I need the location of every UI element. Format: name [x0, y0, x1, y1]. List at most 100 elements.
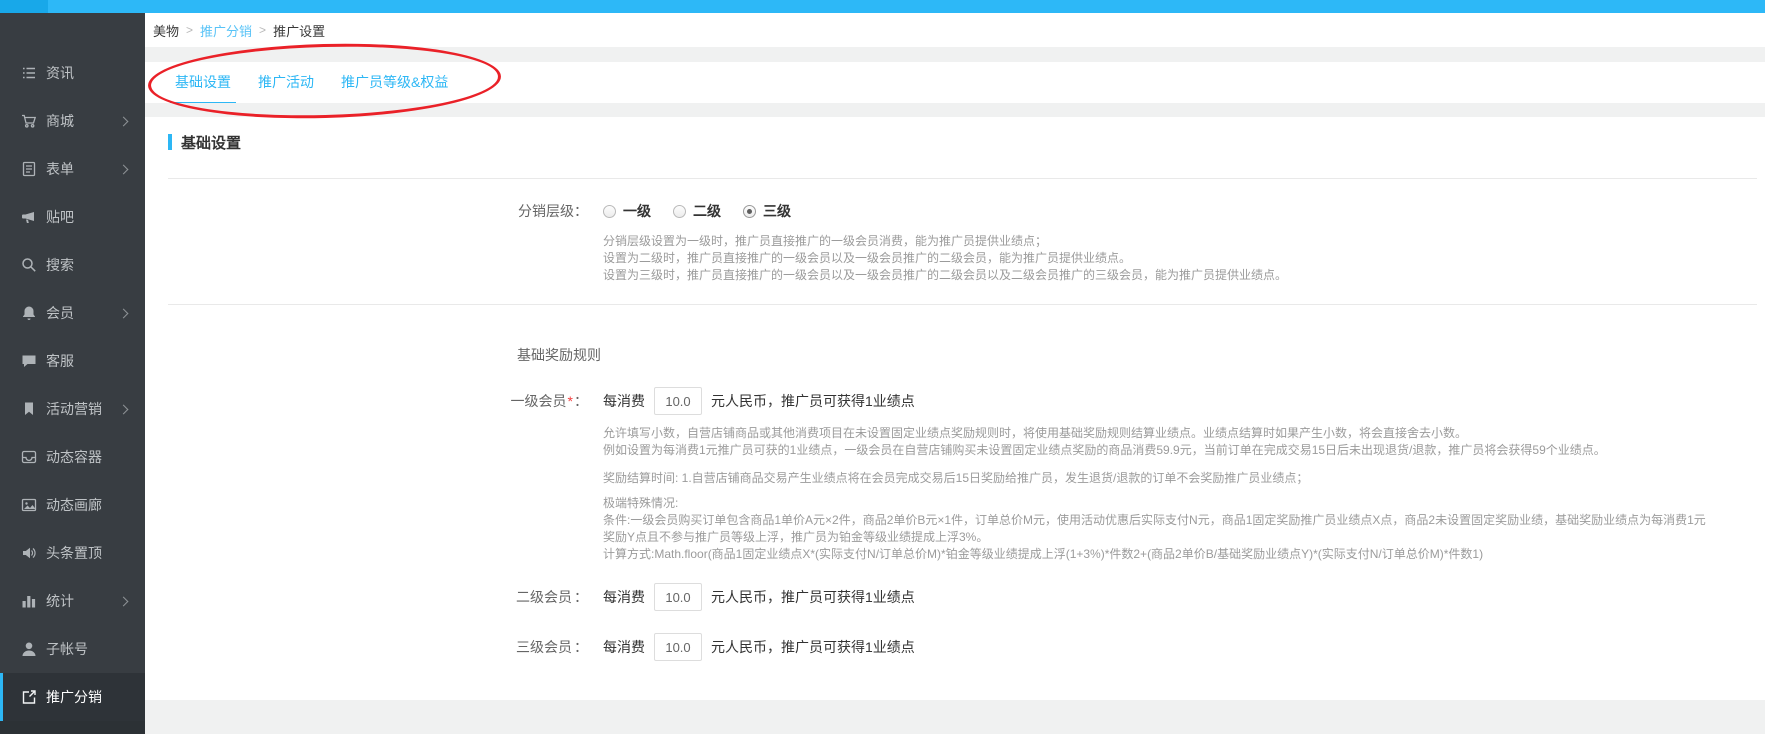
- chat-icon: [21, 353, 37, 369]
- level1-amount-input[interactable]: [654, 387, 702, 415]
- sidebar-item-search[interactable]: 搜索: [0, 241, 145, 289]
- chevron-right-icon: [119, 404, 129, 414]
- gallery-icon: [21, 497, 37, 513]
- help-line: 设置为二级时，推广员直接推广的一级会员以及一级会员推广的二级会员，能为推广员提供…: [603, 250, 1765, 267]
- divider: [168, 178, 1757, 179]
- level2-amount-input[interactable]: [654, 583, 702, 611]
- radio-level-2[interactable]: 二级: [673, 201, 721, 221]
- share-icon: [21, 689, 37, 705]
- field-label: 二级会员：: [168, 587, 588, 607]
- breadcrumb-root[interactable]: 美物: [153, 21, 179, 40]
- sidebar-item-label: 表单: [46, 159, 120, 179]
- sidebar-item-label: 动态容器: [46, 447, 131, 467]
- page-gap: [145, 700, 1765, 734]
- sidebar-item-label: 动态画廊: [46, 495, 131, 515]
- radio-label: 二级: [693, 201, 721, 221]
- stats-icon: [21, 593, 37, 609]
- bookmark-icon: [21, 401, 37, 417]
- chevron-right-icon: [119, 116, 129, 126]
- help-line: 条件:一级会员购买订单包含商品1单价A元×2件，商品2单价B元×1件，订单总价M…: [603, 512, 1765, 529]
- radio-label: 一级: [623, 201, 651, 221]
- radio-circle: [603, 205, 616, 218]
- radio-level-3[interactable]: 三级: [743, 201, 791, 221]
- help-line: 允许填写小数，自营店铺商品或其他消费项目在未设置固定业绩点奖励规则时，将使用基础…: [603, 425, 1765, 442]
- consume-prefix: 每消费: [603, 587, 645, 607]
- field-label: 一级会员*：: [168, 391, 588, 411]
- edge-case-note: 极端特殊情况: 条件:一级会员购买订单包含商品1单价A元×2件，商品2单价B元×…: [603, 495, 1765, 563]
- page-gap: [145, 47, 1765, 62]
- sidebar-item-label: 商城: [46, 111, 120, 131]
- consume-suffix: 元人民币，推广员可获得1业绩点: [711, 391, 915, 411]
- sidebar-item-label: 客服: [46, 351, 131, 371]
- form-icon: [21, 161, 37, 177]
- sidebar-item-label: 统计: [46, 591, 120, 611]
- sidebar-item-forms[interactable]: 表单: [0, 145, 145, 193]
- field-label: 分销层级：: [168, 201, 588, 221]
- breadcrumb-link-promotion[interactable]: 推广分销: [200, 21, 252, 40]
- help-line: 分销层级设置为一级时，推广员直接推广的一级会员消费，能为推广员提供业绩点；: [603, 233, 1765, 250]
- consume-prefix: 每消费: [603, 391, 645, 411]
- tab-promotion-activities[interactable]: 推广活动: [253, 72, 319, 104]
- sidebar-item-headline-top[interactable]: 头条置顶: [0, 529, 145, 577]
- sidebar-item-activity-marketing[interactable]: 活动营销: [0, 385, 145, 433]
- breadcrumb-current: 推广设置: [273, 21, 325, 40]
- sidebar-item-label: 贴吧: [46, 207, 131, 227]
- reward-help-text: 允许填写小数，自营店铺商品或其他消费项目在未设置固定业绩点奖励规则时，将使用基础…: [603, 425, 1765, 459]
- sidebar-item-statistics[interactable]: 统计: [0, 577, 145, 625]
- sidebar-item-tieba[interactable]: 贴吧: [0, 193, 145, 241]
- sidebar-item-news[interactable]: 资讯: [0, 49, 145, 97]
- sidebar-item-service[interactable]: 客服: [0, 337, 145, 385]
- tab-bar: 基础设置 推广活动 推广员等级&权益: [145, 62, 1765, 103]
- radio-circle: [673, 205, 686, 218]
- help-line: 例如设置为每消费1元推广员可获的1业绩点，一级会员在自营店铺购买未设置固定业绩点…: [603, 442, 1765, 459]
- list-icon: [21, 65, 37, 81]
- tab-label: 推广员等级&权益: [341, 74, 448, 90]
- tab-promoter-levels[interactable]: 推广员等级&权益: [336, 72, 453, 104]
- breadcrumb-separator: >: [186, 23, 193, 37]
- consume-suffix: 元人民币，推广员可获得1业绩点: [711, 637, 915, 657]
- help-line: 极端特殊情况:: [603, 495, 1765, 512]
- sidebar-item-label: 推广分销: [46, 687, 131, 707]
- settlement-note: 奖励结算时间: 1.自营店铺商品交易产生业绩点将在会员完成交易后15日奖励给推广…: [603, 470, 1765, 487]
- sidebar-item-dynamic-gallery[interactable]: 动态画廊: [0, 481, 145, 529]
- sidebar-item-promotion-distribution[interactable]: 推广分销: [0, 673, 145, 721]
- radio-circle: [743, 205, 756, 218]
- sidebar-item-members[interactable]: 会员: [0, 289, 145, 337]
- consume-prefix: 每消费: [603, 637, 645, 657]
- top-bar: [0, 0, 1765, 13]
- sidebar-item-label: 头条置顶: [46, 543, 131, 563]
- tab-label: 推广活动: [258, 74, 314, 90]
- sidebar-item-label: 活动营销: [46, 399, 120, 419]
- sidebar-item-label: 资讯: [46, 63, 131, 83]
- level2-member-row: 二级会员： 每消费 元人民币，推广员可获得1业绩点: [168, 583, 1765, 611]
- level3-amount-input[interactable]: [654, 633, 702, 661]
- chevron-right-icon: [119, 308, 129, 318]
- level-radio-group: 一级 二级 三级: [603, 201, 813, 221]
- bell-icon: [21, 305, 37, 321]
- help-line: 奖励结算时间: 1.自营店铺商品交易产生业绩点将在会员完成交易后15日奖励给推广…: [603, 470, 1765, 487]
- tab-basic-settings[interactable]: 基础设置: [170, 72, 236, 104]
- page-gap: [145, 103, 1765, 117]
- breadcrumb-separator: >: [259, 23, 266, 37]
- help-line: 奖励Y点且不参与推广员等级上浮，推广员为铂金等级业绩提成上浮3%。: [603, 529, 1765, 546]
- sidebar-item-dynamic-container[interactable]: 动态容器: [0, 433, 145, 481]
- reward-rules-title: 基础奖励规则: [517, 345, 1765, 365]
- sidebar-footer: [0, 721, 145, 734]
- help-line: 设置为三级时，推广员直接推广的一级会员以及一级会员推广的二级会员以及二级会员推广…: [603, 267, 1765, 284]
- top-bar-left-segment: [0, 0, 48, 13]
- chevron-right-icon: [119, 596, 129, 606]
- chevron-right-icon: [119, 164, 129, 174]
- radio-level-1[interactable]: 一级: [603, 201, 651, 221]
- search-icon: [21, 257, 37, 273]
- tab-label: 基础设置: [175, 74, 231, 90]
- user-icon: [21, 641, 37, 657]
- consume-suffix: 元人民币，推广员可获得1业绩点: [711, 587, 915, 607]
- sidebar-item-subaccount[interactable]: 子帐号: [0, 625, 145, 673]
- sidebar-item-mall[interactable]: 商城: [0, 97, 145, 145]
- section-title: 基础设置: [181, 132, 241, 153]
- speaker-icon: [21, 545, 37, 561]
- cart-icon: [21, 113, 37, 129]
- sidebar-item-label: 搜索: [46, 255, 131, 275]
- sidebar: 资讯 商城 表单 贴吧 搜索 会员: [0, 13, 145, 734]
- sidebar-item-label: 会员: [46, 303, 120, 323]
